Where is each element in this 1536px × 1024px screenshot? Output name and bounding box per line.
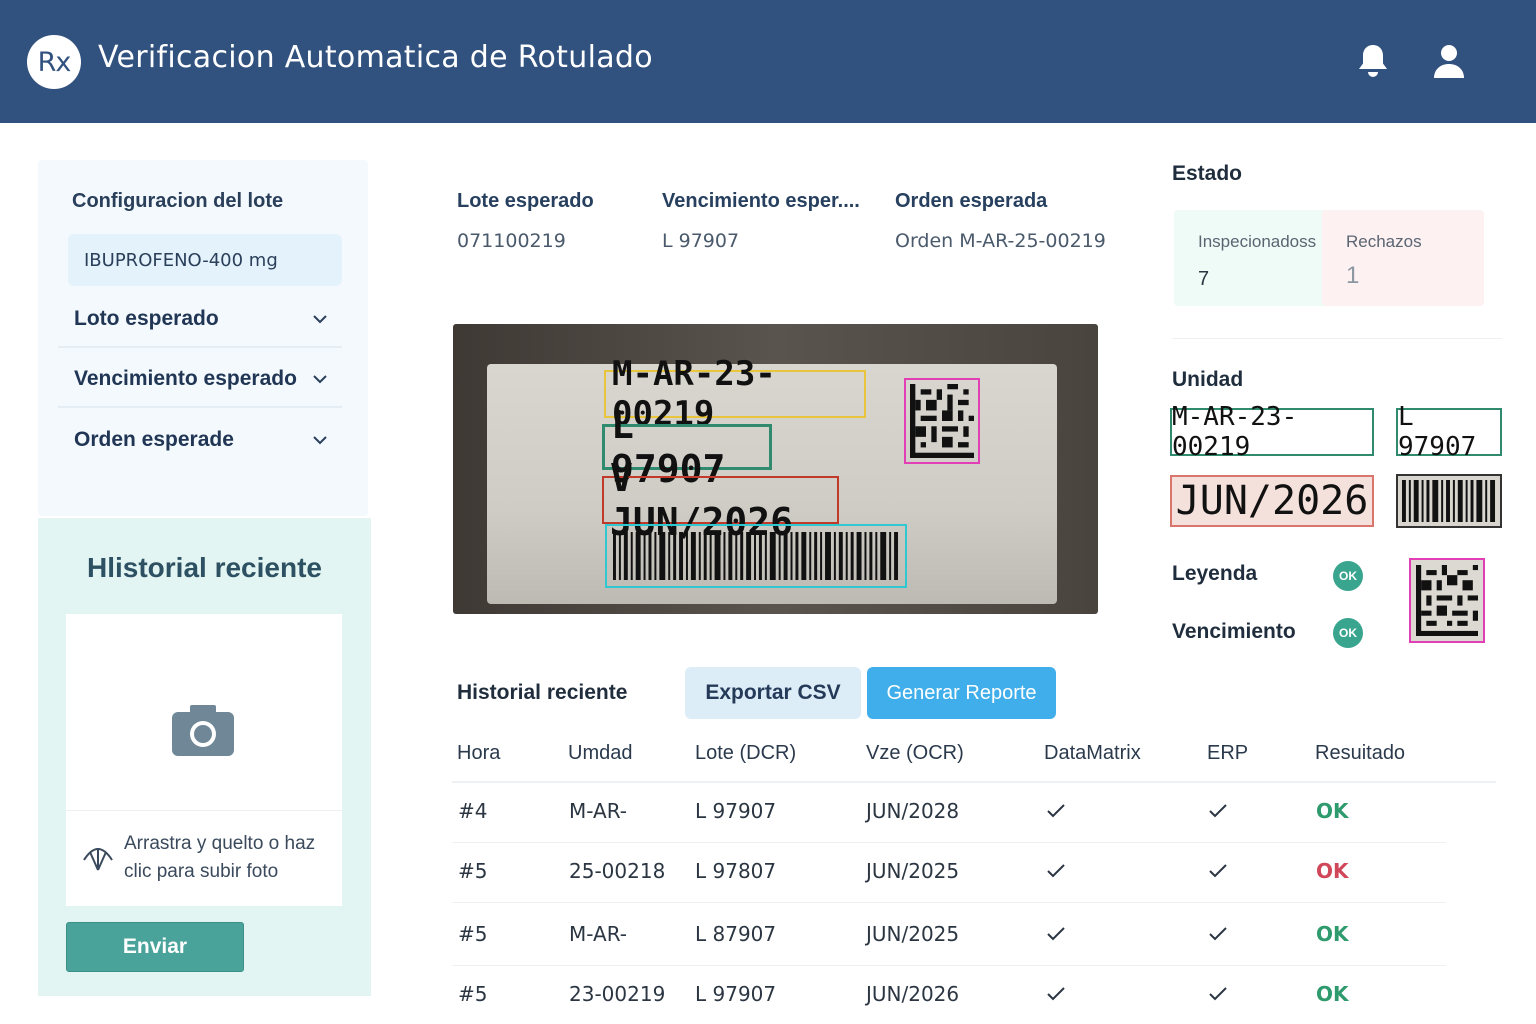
inspected-value: 7 xyxy=(1198,268,1210,290)
check-icon xyxy=(1047,927,1065,941)
dropdown-expected-expiry[interactable]: Vencimiento esperado xyxy=(58,352,342,408)
expected-order-label: Orden esperada xyxy=(895,190,1048,212)
rejected-value: 1 xyxy=(1346,262,1360,289)
check-icon xyxy=(1209,927,1227,941)
crop-expiry: JUN/2026 xyxy=(1170,475,1374,527)
config-title: Configuracion del lote xyxy=(72,190,284,212)
table-row[interactable]: #4 M-AR- L 97907 JUN/2028 OK xyxy=(452,783,1446,843)
history-title: Historial reciente xyxy=(457,681,628,704)
inspected-card: Inspecionadoss 7 xyxy=(1174,210,1336,306)
table-row[interactable]: #5 23-00219 L 97907 JUN/2026 OK xyxy=(452,966,1446,1024)
upload-panel: Hlistorial reciente Arrastra y quelto o … xyxy=(38,518,371,996)
cell-hora: #5 xyxy=(458,859,488,883)
table-row[interactable]: #5 25-00218 L 97807 JUN/2025 OK xyxy=(452,843,1446,903)
chevron-down-icon xyxy=(313,315,327,324)
ocr-expiry-box: V JUN/2026 xyxy=(602,456,839,544)
cell-resultado: OK xyxy=(1316,799,1349,823)
estado-title: Estado xyxy=(1172,162,1243,185)
barcode-icon xyxy=(613,532,899,580)
app-header: Rx Verificacion Automatica de Rotulado xyxy=(0,0,1536,123)
cell-resultado: OK xyxy=(1316,859,1349,883)
cell-lote: L 97807 xyxy=(695,859,777,883)
cell-hora: #5 xyxy=(458,922,488,946)
expected-order-value: Orden M-AR-25-00219 xyxy=(895,230,1106,252)
check-legend-label: Leyenda xyxy=(1172,562,1258,585)
column-header[interactable]: Vze (OCR) xyxy=(866,742,964,765)
dropdown-expected-order[interactable]: Orden esperade xyxy=(58,412,342,468)
check-expiry-badge: OK xyxy=(1333,618,1363,648)
column-header[interactable]: Resuitado xyxy=(1315,742,1405,765)
cell-unidad: 23-00219 xyxy=(569,982,666,1006)
column-header[interactable]: Umdad xyxy=(568,742,632,765)
rejected-card: Rechazos 1 xyxy=(1322,210,1484,306)
check-legend-badge: OK xyxy=(1333,561,1363,591)
cell-resultado: OK xyxy=(1316,982,1349,1006)
barcode-icon xyxy=(1402,480,1496,522)
export-csv-button[interactable]: Exportar CSV xyxy=(685,667,861,719)
cell-vze: JUN/2025 xyxy=(866,859,960,883)
cell-lote: L 87907 xyxy=(695,922,777,946)
cell-resultado: OK xyxy=(1316,922,1349,946)
crop-order: M-AR-23-00219 xyxy=(1170,402,1374,462)
cell-hora: #4 xyxy=(458,799,488,823)
barcode-box xyxy=(605,524,907,588)
dropdown-expected-lot[interactable]: Loto esperado xyxy=(58,292,342,348)
product-field[interactable]: IBUPROFENO-400 mg xyxy=(68,234,342,286)
app-logo: Rx xyxy=(27,35,81,89)
cell-unidad: M-AR- xyxy=(569,799,628,823)
cell-unidad: 25-00218 xyxy=(569,859,666,883)
column-header[interactable]: Hora xyxy=(457,742,500,765)
check-icon xyxy=(1047,987,1065,1001)
datamatrix-icon xyxy=(910,384,974,458)
user-icon[interactable] xyxy=(1432,42,1466,80)
expected-expiry-value: L 97907 xyxy=(662,230,740,252)
dropdown-label: Vencimiento esperado xyxy=(74,367,297,390)
cell-lote: L 97907 xyxy=(695,799,777,823)
check-expiry-label: Vencimiento xyxy=(1172,620,1296,643)
expected-expiry-label: Vencimiento esper.... xyxy=(662,190,860,212)
expected-lot-value: 071100219 xyxy=(457,230,566,252)
unidad-title: Unidad xyxy=(1172,368,1244,391)
cell-unidad: M-AR- xyxy=(569,922,628,946)
column-header[interactable]: ERP xyxy=(1207,742,1248,765)
datamatrix-icon xyxy=(1416,565,1478,636)
check-icon xyxy=(1209,864,1227,878)
dropzone-divider xyxy=(66,810,342,811)
cell-vze: JUN/2028 xyxy=(866,799,960,823)
camera-icon xyxy=(172,705,234,756)
datamatrix-box xyxy=(904,378,980,464)
dropdown-label: Orden esperade xyxy=(74,428,234,451)
generate-report-button[interactable]: Generar Reporte xyxy=(867,667,1056,719)
check-icon xyxy=(1209,987,1227,1001)
app-title: Verificacion Automatica de Rotulado xyxy=(98,40,653,75)
check-icon xyxy=(1047,804,1065,818)
crop-datamatrix xyxy=(1409,558,1485,643)
cell-hora: #5 xyxy=(458,982,488,1006)
upload-panel-title: Hlistorial reciente xyxy=(87,552,322,583)
dropdown-label: Loto esperado xyxy=(74,307,219,330)
column-header[interactable]: DataMatrix xyxy=(1044,742,1141,765)
inspected-label: Inspecionadoss xyxy=(1198,232,1317,251)
expected-lot-label: Lote esperado xyxy=(457,190,594,212)
crop-barcode xyxy=(1396,474,1502,528)
check-icon xyxy=(1047,864,1065,878)
chevron-down-icon xyxy=(313,375,327,384)
chevron-down-icon xyxy=(313,436,327,445)
cell-vze: JUN/2025 xyxy=(866,922,960,946)
divider xyxy=(1172,338,1502,339)
upload-icon xyxy=(83,848,113,871)
bell-icon[interactable] xyxy=(1356,42,1390,80)
column-header[interactable]: Lote (DCR) xyxy=(695,742,796,765)
cell-lote: L 97907 xyxy=(695,982,777,1006)
upload-instructions: Arrastra y quelto o haz clic para subir … xyxy=(124,833,316,882)
check-icon xyxy=(1209,804,1227,818)
send-button[interactable]: Enviar xyxy=(66,922,244,972)
photo-dropzone[interactable]: Arrastra y quelto o haz clic para subir … xyxy=(66,614,342,906)
crop-lot: L 97907 xyxy=(1396,402,1502,462)
label-photo: M-AR-23-00219 L 97907 V JUN/2026 xyxy=(453,324,1098,614)
batch-config-panel: Configuracion del lote IBUPROFENO-400 mg… xyxy=(38,160,368,516)
rejected-label: Rechazos xyxy=(1346,232,1422,251)
table-row[interactable]: #5 M-AR- L 87907 JUN/2025 OK xyxy=(452,906,1446,966)
cell-vze: JUN/2026 xyxy=(866,982,960,1006)
